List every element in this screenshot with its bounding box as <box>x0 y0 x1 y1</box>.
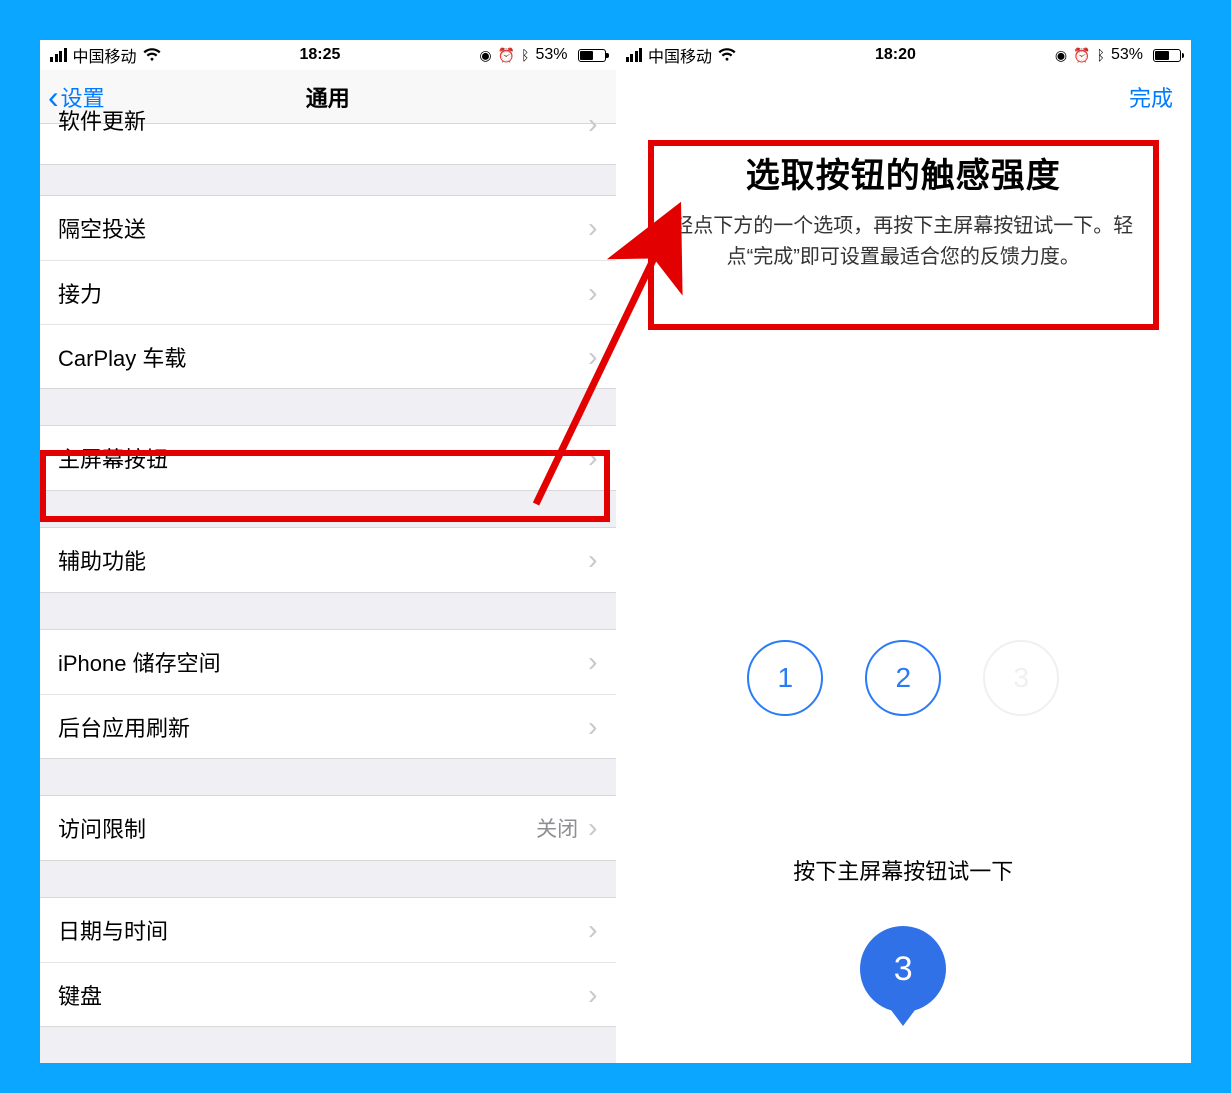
list-item[interactable]: 辅助功能 › <box>40 528 616 592</box>
alarm-icon: ⏰ <box>498 47 515 64</box>
status-time: 18:25 <box>300 46 341 64</box>
list-item[interactable]: 隔空投送 › <box>40 196 616 260</box>
battery-icon <box>1149 49 1181 62</box>
annotated-screenshot-stage: 中国移动 18:25 ◉ ⏰ ᛒ 53% ‹ 设置 通用 软件更 <box>40 40 1191 1063</box>
battery-pct: 53% <box>535 46 567 64</box>
wifi-icon <box>718 48 736 62</box>
haptic-info-box: 选取按钮的触感强度 轻点下方的一个选项，再按下主屏幕按钮试一下。轻点“完成”即可… <box>654 148 1154 273</box>
carrier-label: 中国移动 <box>73 43 137 67</box>
haptic-selected-bubble[interactable]: 3 <box>860 926 946 1012</box>
signal-icon <box>50 48 67 62</box>
phone-right-haptic: 中国移动 18:20 ◉ ⏰ ᛒ 53% 完成 选取按钮的触感强度 轻点下方的一… <box>616 40 1192 1063</box>
status-bar: 中国移动 18:20 ◉ ⏰ ᛒ 53% <box>616 40 1192 70</box>
list-item[interactable]: 键盘 › <box>40 962 616 1026</box>
list-item-home-button[interactable]: 主屏幕按钮 › <box>40 426 616 490</box>
dnd-icon: ◉ <box>479 47 491 64</box>
list-item[interactable]: 日期与时间 › <box>40 898 616 962</box>
phone-left-settings: 中国移动 18:25 ◉ ⏰ ᛒ 53% ‹ 设置 通用 软件更 <box>40 40 616 1063</box>
settings-list[interactable]: 软件更新 › 隔空投送 › 接力 › CarPlay 车载 › <box>40 124 616 1027</box>
bluetooth-icon: ᛒ <box>521 47 529 63</box>
haptic-option-1[interactable]: 1 <box>747 640 823 716</box>
bluetooth-icon: ᛒ <box>1097 47 1105 63</box>
chevron-right-icon: › <box>588 812 597 844</box>
list-item[interactable]: 接力 › <box>40 260 616 324</box>
chevron-right-icon: › <box>588 341 597 373</box>
list-item[interactable]: 后台应用刷新 › <box>40 694 616 758</box>
chevron-right-icon: › <box>588 108 597 140</box>
wifi-icon <box>143 48 161 62</box>
battery-icon <box>574 49 606 62</box>
status-bar: 中国移动 18:25 ◉ ⏰ ᛒ 53% <box>40 40 616 70</box>
chevron-right-icon: › <box>588 212 597 244</box>
haptic-prompt: 按下主屏幕按钮试一下 <box>616 854 1192 886</box>
list-item[interactable]: 软件更新 › <box>40 124 616 164</box>
signal-icon <box>626 48 643 62</box>
haptic-description: 轻点下方的一个选项，再按下主屏幕按钮试一下。轻点“完成”即可设置最适合您的反馈力… <box>654 211 1154 273</box>
chevron-right-icon: › <box>588 544 597 576</box>
haptic-option-3[interactable]: 3 <box>983 640 1059 716</box>
status-time: 18:20 <box>875 46 916 64</box>
haptic-options: 1 2 3 <box>616 640 1192 716</box>
list-item[interactable]: CarPlay 车载 › <box>40 324 616 388</box>
done-button[interactable]: 完成 <box>1129 81 1173 113</box>
carrier-label: 中国移动 <box>648 43 712 67</box>
chevron-right-icon: › <box>588 442 597 474</box>
haptic-title: 选取按钮的触感强度 <box>654 148 1154 197</box>
battery-pct: 53% <box>1111 46 1143 64</box>
chevron-right-icon: › <box>588 914 597 946</box>
chevron-right-icon: › <box>588 646 597 678</box>
chevron-right-icon: › <box>588 979 597 1011</box>
list-item[interactable]: iPhone 储存空间 › <box>40 630 616 694</box>
chevron-right-icon: › <box>588 277 597 309</box>
dnd-icon: ◉ <box>1055 47 1067 64</box>
list-item[interactable]: 访问限制 关闭 › <box>40 796 616 860</box>
nav-bar: 完成 <box>616 70 1192 124</box>
haptic-option-2[interactable]: 2 <box>865 640 941 716</box>
row-value: 关闭 <box>536 813 578 843</box>
alarm-icon: ⏰ <box>1073 47 1090 64</box>
chevron-right-icon: › <box>588 711 597 743</box>
